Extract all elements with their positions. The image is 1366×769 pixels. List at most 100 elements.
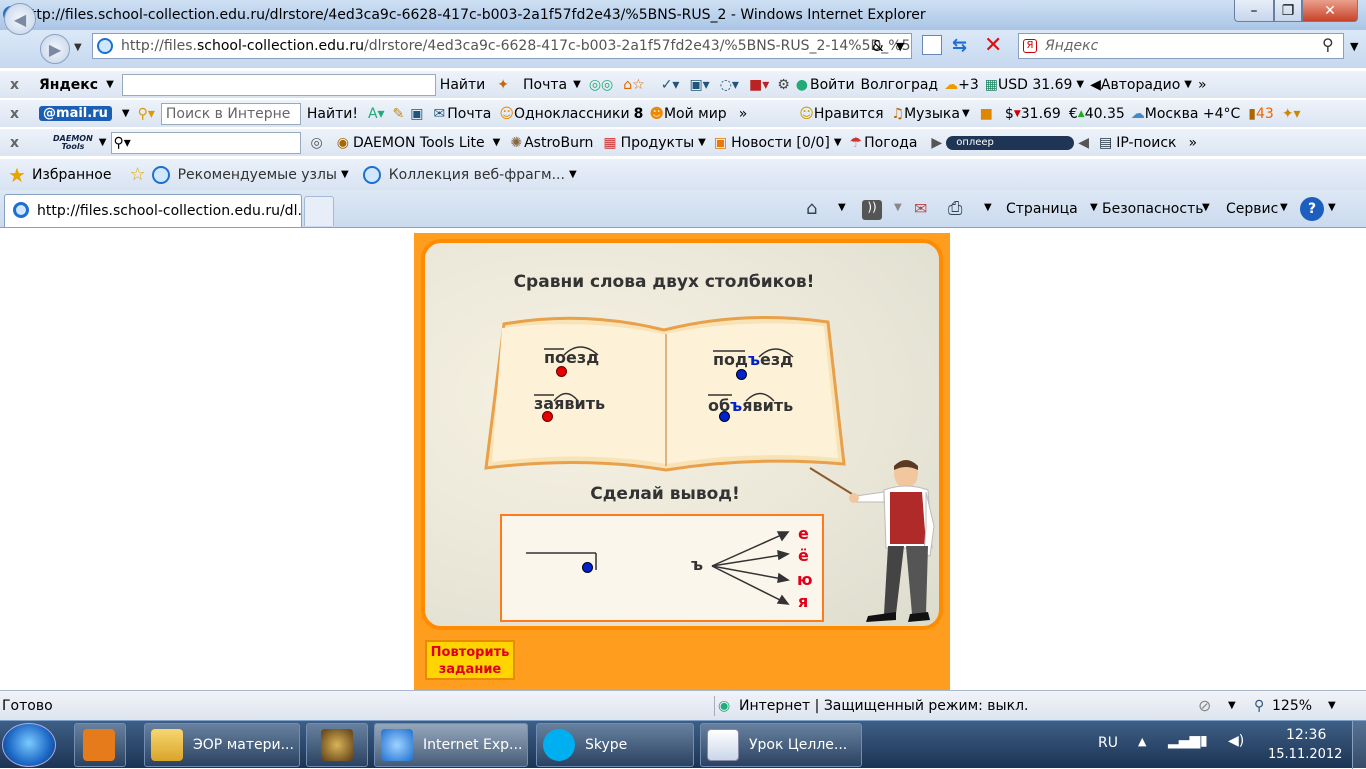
- yandex-city[interactable]: Волгоград: [861, 77, 939, 93]
- recommended-sites-link[interactable]: Рекомендуемые узлы: [178, 167, 337, 183]
- ip-search-link[interactable]: IP-поиск: [1116, 135, 1176, 151]
- yandex-usd[interactable]: USD 31.69: [998, 77, 1072, 93]
- player-bar[interactable]: оплеер: [946, 135, 1075, 150]
- usd-dropdown-icon[interactable]: ▼: [1076, 79, 1084, 90]
- zoom-dropdown-icon[interactable]: ▼: [1328, 700, 1336, 711]
- taskbar-skype[interactable]: Skype: [536, 723, 694, 767]
- products-dropdown-icon[interactable]: ▼: [698, 137, 706, 148]
- maximize-button[interactable]: ❐: [1274, 0, 1302, 22]
- safety-menu-dropdown-icon[interactable]: ▼: [1202, 202, 1210, 213]
- search-box[interactable]: Я Яндекс: [1018, 33, 1344, 59]
- news-link[interactable]: Новости [0/0]: [731, 135, 830, 151]
- tools-menu-dropdown-icon[interactable]: ▼: [1280, 202, 1288, 213]
- start-button[interactable]: [2, 723, 56, 767]
- compatibility-view-icon[interactable]: [922, 35, 942, 55]
- security-zone[interactable]: Интернет | Защищенный режим: выкл.: [739, 698, 1028, 714]
- mailru-usd-value[interactable]: 31.69: [1021, 106, 1061, 122]
- products-link[interactable]: Продукты: [621, 135, 695, 151]
- yandex-radio[interactable]: Авторадио: [1101, 77, 1180, 93]
- toolbar-overflow-icon[interactable]: »: [739, 106, 748, 122]
- odnoklassniki-link[interactable]: Одноклассники: [514, 106, 630, 122]
- like-link[interactable]: Нравится: [814, 106, 884, 122]
- globe-icon[interactable]: ◎◎: [589, 77, 613, 93]
- mailru-eur-value[interactable]: 40.35: [1085, 106, 1125, 122]
- taskbar-media-player[interactable]: [74, 723, 126, 767]
- music-dropdown-icon[interactable]: ▼: [962, 108, 970, 119]
- close-toolbar-icon[interactable]: x: [10, 135, 19, 151]
- favorites-button[interactable]: Избранное: [32, 167, 112, 183]
- show-desktop-button[interactable]: [1352, 721, 1366, 769]
- yandex-search-input[interactable]: [121, 73, 436, 96]
- bookmark-icon[interactable]: ✦: [497, 77, 509, 93]
- add-favorite-icon[interactable]: ☆: [129, 164, 145, 185]
- myworld-link[interactable]: Мой мир: [664, 106, 727, 122]
- apps-icon[interactable]: ■▾: [749, 77, 769, 93]
- yandex-brand-dropdown-icon[interactable]: ▼: [106, 79, 114, 90]
- popup-blocker-icon[interactable]: ⊘: [1198, 696, 1211, 715]
- mailru-find-button[interactable]: Найти!: [307, 106, 358, 122]
- tab-school-collection[interactable]: http://files.school-collection.edu.ru/dl…: [4, 194, 302, 227]
- taskbar-internet-explorer[interactable]: Internet Exp...: [374, 723, 528, 767]
- clock-date[interactable]: 15.11.2012: [1268, 747, 1342, 762]
- daemon-search-go-icon[interactable]: ◎: [311, 135, 323, 151]
- daemon-lite-link[interactable]: DAEMON Tools Lite: [353, 135, 485, 151]
- help-icon[interactable]: ?: [1300, 197, 1324, 221]
- popup-dropdown-icon[interactable]: ▼: [1228, 700, 1236, 711]
- search-icon[interactable]: ⚲: [1322, 35, 1334, 54]
- player-volume-icon[interactable]: ◀: [1078, 135, 1089, 151]
- tools-menu[interactable]: Сервис: [1226, 201, 1278, 217]
- volume-icon[interactable]: ◀): [1228, 733, 1244, 749]
- search-dropdown-icon[interactable]: ▼: [1350, 40, 1358, 53]
- page-menu-dropdown-icon[interactable]: ▼: [1090, 202, 1098, 213]
- mailru-search-input[interactable]: Поиск в Интерне: [160, 102, 301, 125]
- feeds-dropdown-icon[interactable]: ▼: [894, 202, 902, 213]
- spellcheck-icon[interactable]: ✓▾: [661, 77, 680, 93]
- taskbar-beetle-app[interactable]: [306, 723, 368, 767]
- toolbar-overflow-icon[interactable]: »: [1198, 77, 1207, 93]
- close-toolbar-icon[interactable]: x: [10, 77, 19, 93]
- page-menu[interactable]: Страница: [1006, 201, 1078, 217]
- language-indicator[interactable]: RU: [1098, 735, 1118, 751]
- help-dropdown-icon[interactable]: ▼: [1328, 202, 1336, 213]
- daemon-lite-dropdown-icon[interactable]: ▼: [493, 137, 501, 148]
- address-bar[interactable]: http://files. school-collection.edu.ru/dl…: [92, 33, 912, 59]
- mailru-brand-dropdown-icon[interactable]: ▼: [122, 108, 130, 119]
- read-mail-icon[interactable]: ✉: [914, 199, 927, 218]
- address-dropdown-icon[interactable]: ▼: [896, 40, 904, 53]
- new-tab-button[interactable]: [304, 196, 334, 226]
- print-dropdown-icon[interactable]: ▼: [984, 202, 992, 213]
- back-button[interactable]: ◀: [4, 3, 36, 35]
- mailru-traffic[interactable]: 43: [1256, 106, 1274, 122]
- taskbar-folder[interactable]: ЭОР матери...: [144, 723, 300, 767]
- daemon-search-input[interactable]: ⚲▾: [110, 131, 301, 154]
- mail-dropdown-icon[interactable]: ▼: [573, 79, 581, 90]
- close-toolbar-icon[interactable]: x: [10, 106, 19, 122]
- minimize-button[interactable]: –: [1234, 0, 1274, 22]
- zoom-level[interactable]: 125%: [1272, 698, 1312, 714]
- taskbar-word-document[interactable]: Урок Целле...: [700, 723, 862, 767]
- mailru-weather[interactable]: Москва +4°C: [1145, 106, 1241, 122]
- translate-icon[interactable]: ▣▾: [689, 77, 709, 93]
- home-icon[interactable]: ⌂: [806, 198, 817, 219]
- pencil-icon[interactable]: ✎: [393, 106, 405, 122]
- recommended-dropdown-icon[interactable]: ▼: [341, 169, 349, 180]
- feeds-icon[interactable]: )): [862, 200, 882, 220]
- yandex-login-link[interactable]: Войти: [810, 77, 855, 93]
- daemon-dropdown-icon[interactable]: ▼: [99, 137, 107, 148]
- network-signal-icon[interactable]: ▂▄▆: [1168, 733, 1200, 749]
- web-slice-dropdown-icon[interactable]: ▼: [569, 169, 577, 180]
- mailru-mail-link[interactable]: Почта: [447, 106, 491, 122]
- web-slice-gallery-link[interactable]: Коллекция веб-фрагм...: [389, 167, 565, 183]
- repeat-task-button[interactable]: Повторить задание: [425, 640, 515, 680]
- home-icon[interactable]: ⌂☆: [623, 77, 644, 93]
- history-dropdown-icon[interactable]: ▼: [74, 42, 82, 53]
- show-hidden-icons[interactable]: ▲: [1138, 735, 1146, 748]
- clock-time[interactable]: 12:36: [1286, 727, 1326, 743]
- home-dropdown-icon[interactable]: ▼: [838, 202, 846, 213]
- player-play-icon[interactable]: ▶: [931, 135, 942, 151]
- mailru-more-icon[interactable]: ✦▾: [1282, 106, 1301, 122]
- yandex-weather[interactable]: +3: [958, 77, 979, 93]
- weather-link[interactable]: Погода: [864, 135, 917, 151]
- radio-dropdown-icon[interactable]: ▼: [1184, 79, 1192, 90]
- refresh-icon[interactable]: ⇆: [952, 35, 967, 56]
